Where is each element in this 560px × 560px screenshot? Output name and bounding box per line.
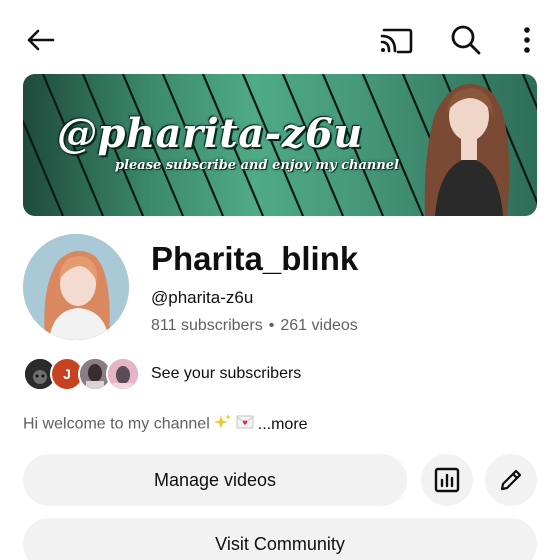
banner-portrait-image xyxy=(424,83,510,216)
analytics-icon xyxy=(434,467,460,493)
banner-handle-text: @pharita-z6u xyxy=(57,110,363,157)
search-icon xyxy=(451,25,481,55)
stats-separator: • xyxy=(268,317,275,334)
search-button[interactable] xyxy=(446,20,486,60)
more-options-button[interactable] xyxy=(514,22,540,58)
video-count: 261 videos xyxy=(280,317,358,334)
analytics-button[interactable] xyxy=(421,454,473,506)
sparkles-icon xyxy=(213,413,232,436)
top-app-bar xyxy=(0,0,560,76)
channel-handle: @pharita-z6u xyxy=(151,288,254,307)
channel-description[interactable]: Hi welcome to my channel ...more xyxy=(23,413,308,436)
pencil-icon xyxy=(500,469,522,491)
banner-tagline: please subscribe and enjoy my channel xyxy=(115,158,400,173)
back-button[interactable] xyxy=(20,22,60,58)
love-letter-icon xyxy=(236,414,254,435)
channel-avatar[interactable] xyxy=(23,234,129,340)
manage-videos-label: Manage videos xyxy=(153,469,277,490)
cast-button[interactable] xyxy=(374,22,418,58)
subscriber-count: 811 subscribers xyxy=(151,317,263,334)
edit-channel-button[interactable] xyxy=(485,454,537,506)
more-link[interactable]: ...more xyxy=(258,416,308,433)
manage-videos-button[interactable]: Manage videos xyxy=(23,454,407,506)
see-subscribers-label: See your subscribers xyxy=(151,365,302,382)
visit-community-label: Visit Community xyxy=(215,533,345,554)
description-text: Hi welcome to my channel xyxy=(23,415,210,433)
subscriber-avatar xyxy=(106,357,140,391)
visit-community-button[interactable]: Visit Community xyxy=(23,518,537,560)
see-subscribers-row[interactable]: J See your subscribers xyxy=(23,357,423,393)
back-arrow-icon xyxy=(27,29,55,51)
more-vert-icon xyxy=(524,27,530,53)
cast-icon xyxy=(380,28,413,54)
avatar-portrait-image xyxy=(23,234,129,340)
channel-banner: @pharita-z6u please subscribe and enjoy … xyxy=(23,74,537,216)
channel-stats: 811 subscribers • 261 videos xyxy=(151,317,358,335)
channel-name: Pharita_blink xyxy=(151,240,359,277)
